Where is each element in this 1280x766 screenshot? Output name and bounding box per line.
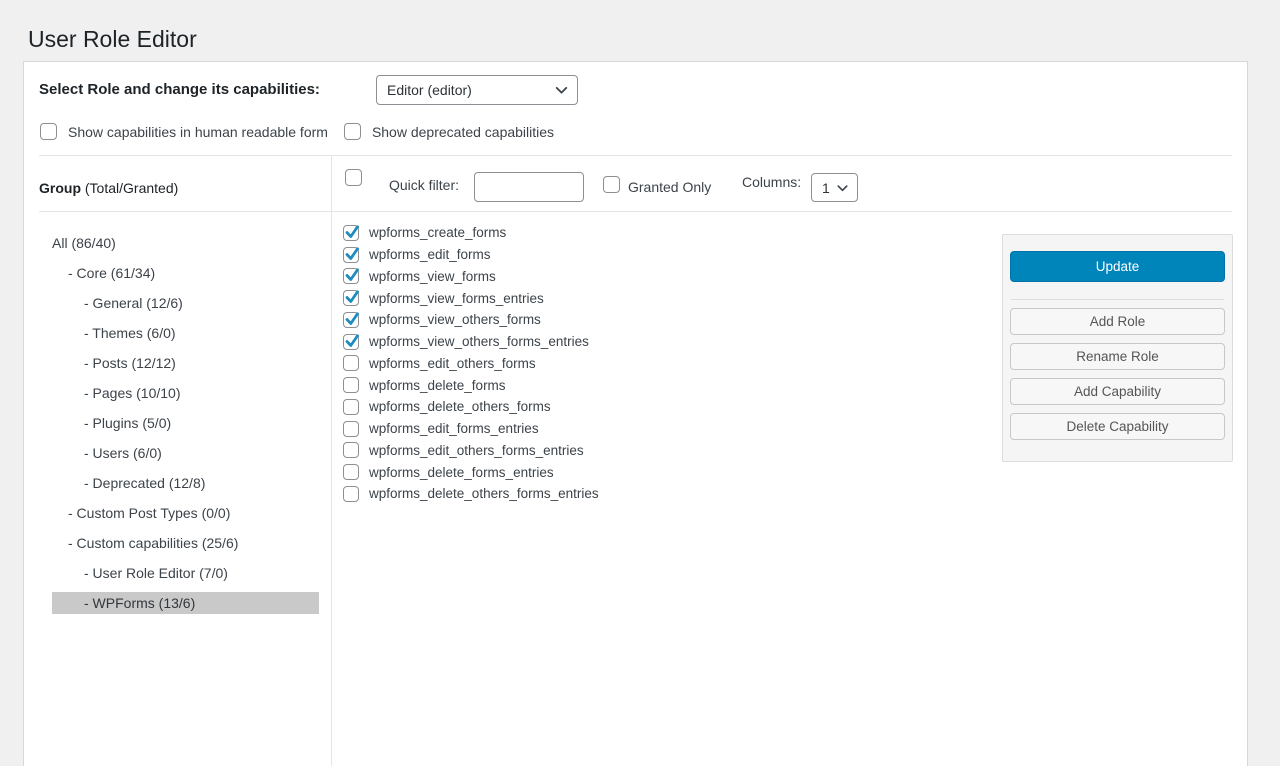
capability-label: wpforms_view_others_forms_entries bbox=[369, 334, 589, 349]
human-readable-checkbox[interactable] bbox=[40, 123, 57, 140]
capability-label: wpforms_edit_others_forms bbox=[369, 356, 536, 371]
granted-only-checkbox[interactable] bbox=[603, 176, 620, 193]
capability-checkbox[interactable] bbox=[343, 377, 359, 393]
capability-row: wpforms_edit_others_forms bbox=[343, 353, 599, 375]
capability-label: wpforms_delete_forms_entries bbox=[369, 465, 554, 480]
group-header-title: Group bbox=[39, 180, 81, 196]
group-item[interactable]: - Plugins (5/0) bbox=[52, 412, 319, 434]
group-item[interactable]: - General (12/6) bbox=[52, 292, 319, 314]
capability-label: wpforms_view_forms bbox=[369, 269, 496, 284]
chevron-down-icon bbox=[553, 82, 570, 99]
select-all-checkbox[interactable] bbox=[345, 169, 362, 186]
capability-row: wpforms_view_others_forms_entries bbox=[343, 331, 599, 353]
capability-checkbox[interactable] bbox=[343, 268, 359, 284]
capability-label: wpforms_edit_forms_entries bbox=[369, 421, 539, 436]
group-item[interactable]: - Core (61/34) bbox=[52, 262, 319, 284]
capability-checkbox[interactable] bbox=[343, 399, 359, 415]
divider bbox=[1011, 299, 1224, 300]
columns-label: Columns: bbox=[742, 174, 801, 190]
capability-row: wpforms_edit_others_forms_entries bbox=[343, 440, 599, 462]
chevron-down-icon bbox=[835, 180, 850, 195]
deprecated-label: Show deprecated capabilities bbox=[372, 124, 554, 140]
capability-row: wpforms_view_forms bbox=[343, 266, 599, 288]
check-icon bbox=[344, 333, 360, 349]
page-title: User Role Editor bbox=[28, 25, 197, 54]
quick-filter-label: Quick filter: bbox=[389, 177, 459, 193]
human-readable-label: Show capabilities in human readable form bbox=[68, 124, 328, 140]
group-item[interactable]: - User Role Editor (7/0) bbox=[52, 562, 319, 584]
capability-checkbox[interactable] bbox=[343, 225, 359, 241]
divider bbox=[39, 155, 1232, 156]
check-icon bbox=[344, 289, 360, 305]
capability-row: wpforms_delete_others_forms bbox=[343, 396, 599, 418]
group-item[interactable]: - Custom capabilities (25/6) bbox=[52, 532, 319, 554]
granted-only-label: Granted Only bbox=[628, 179, 711, 195]
capability-label: wpforms_edit_others_forms_entries bbox=[369, 443, 584, 458]
capability-label: wpforms_delete_others_forms_entries bbox=[369, 486, 599, 501]
capability-label: wpforms_delete_others_forms bbox=[369, 399, 551, 414]
group-item[interactable]: - Deprecated (12/8) bbox=[52, 472, 319, 494]
capability-label: wpforms_view_others_forms bbox=[369, 312, 541, 327]
group-tree: All (86/40) - Core (61/34) - General (12/6… bbox=[52, 232, 319, 622]
human-readable-option: Show capabilities in human readable form bbox=[40, 123, 328, 140]
group-header: Group (Total/Granted) bbox=[39, 173, 178, 203]
capability-list: wpforms_create_forms wpforms_edit_formswp… bbox=[343, 222, 599, 505]
capability-checkbox[interactable] bbox=[343, 247, 359, 263]
deprecated-option: Show deprecated capabilities bbox=[344, 123, 554, 140]
capability-row: wpforms_delete_forms_entries bbox=[343, 461, 599, 483]
group-item[interactable]: - Users (6/0) bbox=[52, 442, 319, 464]
select-role-label: Select Role and change its capabilities: bbox=[39, 75, 320, 105]
delete-capability-button[interactable]: Delete Capability bbox=[1010, 413, 1225, 440]
group-item[interactable]: - Pages (10/10) bbox=[52, 382, 319, 404]
capability-row: wpforms_view_forms_entries bbox=[343, 287, 599, 309]
role-select[interactable]: Editor (editor) bbox=[376, 75, 578, 105]
quick-filter-input[interactable] bbox=[474, 172, 584, 202]
group-item[interactable]: - Posts (12/12) bbox=[52, 352, 319, 374]
capability-label: wpforms_delete_forms bbox=[369, 378, 506, 393]
columns-select[interactable]: 1 bbox=[811, 173, 858, 202]
capability-row: wpforms_create_forms bbox=[343, 222, 599, 244]
capability-label: wpforms_create_forms bbox=[369, 225, 506, 240]
divider bbox=[39, 211, 1232, 212]
capability-row: wpforms_view_others_forms bbox=[343, 309, 599, 331]
add-role-button[interactable]: Add Role bbox=[1010, 308, 1225, 335]
group-header-suffix: (Total/Granted) bbox=[85, 180, 178, 196]
capability-checkbox[interactable] bbox=[343, 290, 359, 306]
capability-checkbox[interactable] bbox=[343, 355, 359, 371]
update-button[interactable]: Update bbox=[1010, 251, 1225, 282]
actions-panel: Update Add Role Rename Role Add Capabili… bbox=[1002, 234, 1233, 462]
group-item[interactable]: All (86/40) bbox=[52, 232, 319, 254]
deprecated-checkbox[interactable] bbox=[344, 123, 361, 140]
check-icon bbox=[344, 311, 360, 327]
check-icon bbox=[344, 246, 360, 262]
columns-select-value: 1 bbox=[822, 180, 830, 196]
role-select-value: Editor (editor) bbox=[387, 82, 472, 98]
capability-checkbox[interactable] bbox=[343, 464, 359, 480]
check-icon bbox=[344, 224, 360, 240]
capability-checkbox[interactable] bbox=[343, 421, 359, 437]
check-icon bbox=[344, 267, 360, 283]
capability-row: wpforms_delete_others_forms_entries bbox=[343, 483, 599, 505]
capability-checkbox[interactable] bbox=[343, 486, 359, 502]
display-options-row: Show capabilities in human readable form… bbox=[40, 123, 554, 140]
rename-role-button[interactable]: Rename Role bbox=[1010, 343, 1225, 370]
capability-checkbox[interactable] bbox=[343, 312, 359, 328]
user-role-editor-panel: Select Role and change its capabilities:… bbox=[23, 61, 1248, 766]
group-item[interactable]: - Themes (6/0) bbox=[52, 322, 319, 344]
add-capability-button[interactable]: Add Capability bbox=[1010, 378, 1225, 405]
capability-checkbox[interactable] bbox=[343, 442, 359, 458]
vertical-divider bbox=[331, 156, 332, 766]
capability-checkbox[interactable] bbox=[343, 334, 359, 350]
capability-row: wpforms_delete_forms bbox=[343, 374, 599, 396]
capability-row: wpforms_edit_forms_entries bbox=[343, 418, 599, 440]
capability-row: wpforms_edit_forms bbox=[343, 244, 599, 266]
capability-label: wpforms_view_forms_entries bbox=[369, 291, 544, 306]
group-item[interactable]: - WPForms (13/6) bbox=[52, 592, 319, 614]
capability-label: wpforms_edit_forms bbox=[369, 247, 491, 262]
group-item[interactable]: - Custom Post Types (0/0) bbox=[52, 502, 319, 524]
